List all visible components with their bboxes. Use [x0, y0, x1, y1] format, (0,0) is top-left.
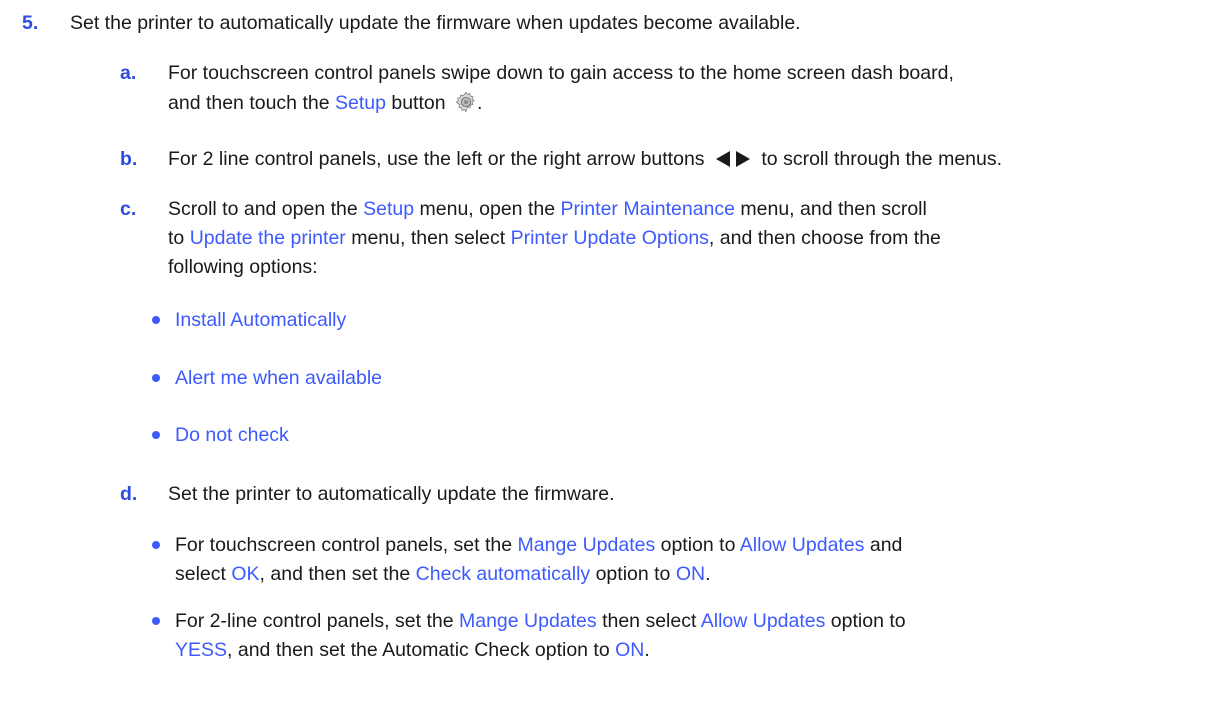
check-automatically-link[interactable]: Check automatically	[416, 563, 591, 585]
on-link[interactable]: ON	[676, 563, 705, 585]
setup-link[interactable]: Setup	[363, 198, 414, 220]
text: and then touch the	[168, 92, 335, 114]
text: to	[168, 227, 190, 249]
text: option to	[655, 534, 740, 556]
text: option to	[825, 610, 906, 632]
text: option to	[590, 563, 676, 585]
bullet	[152, 316, 160, 324]
step-number: 5.	[22, 12, 39, 34]
substep-d-bullet2-line2: YESS, and then set the Automatic Check o…	[175, 636, 650, 664]
substep-c-line2: to Update the printer menu, then select …	[168, 224, 941, 252]
ok-link[interactable]: OK	[231, 563, 259, 585]
text: menu, open the	[414, 198, 561, 220]
on-link[interactable]: ON	[615, 639, 644, 661]
allow-updates-link[interactable]: Allow Updates	[740, 534, 865, 556]
text: Scroll to and open the	[168, 198, 364, 220]
setup-link[interactable]: Setup	[335, 92, 386, 114]
text: .	[644, 639, 650, 661]
printer-maintenance-link[interactable]: Printer Maintenance	[560, 198, 735, 220]
text: For 2-line control panels, set the	[175, 610, 459, 632]
mange-updates-link[interactable]: Mange Updates	[518, 534, 656, 556]
text: .	[705, 563, 711, 585]
substep-c-line1: Scroll to and open the Setup menu, open …	[168, 195, 927, 223]
text: menu, then select	[345, 227, 511, 249]
substep-b-line: For 2 line control panels, use the left …	[168, 145, 1002, 173]
yess-link[interactable]: YESS	[175, 639, 227, 661]
bullet	[152, 541, 160, 549]
text: , and then choose from the	[708, 227, 941, 249]
allow-updates-link[interactable]: Allow Updates	[701, 610, 826, 632]
bullet	[152, 617, 160, 625]
substep-d-bullet1-line2: select OK, and then set the Check automa…	[175, 560, 711, 588]
text: For touchscreen control panels, set the	[175, 534, 518, 556]
left-right-arrows-icon	[715, 151, 750, 167]
text: , and then set the Automatic Check optio…	[227, 639, 616, 661]
substep-d-label: d.	[120, 483, 138, 505]
option-alert-me[interactable]: Alert me when available	[175, 364, 382, 392]
update-printer-link[interactable]: Update the printer	[190, 227, 346, 249]
substep-c-label: c.	[120, 198, 137, 220]
substep-c-line3: following options:	[168, 256, 318, 278]
option-do-not-check[interactable]: Do not check	[175, 421, 289, 449]
step-text: Set the printer to automatically update …	[70, 12, 801, 34]
bullet	[152, 374, 160, 382]
mange-updates-link[interactable]: Mange Updates	[459, 610, 597, 632]
text: select	[175, 563, 232, 585]
text: , and then set the	[259, 563, 416, 585]
printer-update-options-link[interactable]: Printer Update Options	[511, 227, 709, 249]
substep-a-label: a.	[120, 62, 137, 84]
text: menu, and then scroll	[734, 198, 927, 220]
bullet	[152, 431, 160, 439]
text: to scroll through the menus.	[761, 148, 1003, 170]
text: then select	[596, 610, 701, 632]
text: For 2 line control panels, use the left …	[168, 148, 705, 170]
text: button	[385, 92, 446, 114]
substep-a-line1: For touchscreen control panels swipe dow…	[168, 62, 954, 84]
substep-d-bullet2-line1: For 2-line control panels, set the Mange…	[175, 607, 906, 635]
gear-icon	[455, 91, 476, 113]
substep-d-text: Set the printer to automatically update …	[168, 483, 615, 505]
substep-d-bullet1-line1: For touchscreen control panels, set the …	[175, 531, 902, 559]
substep-b-label: b.	[120, 148, 138, 170]
option-install-automatically[interactable]: Install Automatically	[175, 306, 346, 334]
text: .	[477, 92, 483, 114]
substep-a-line2: and then touch the Setup button .	[168, 89, 482, 117]
text: and	[864, 534, 903, 556]
